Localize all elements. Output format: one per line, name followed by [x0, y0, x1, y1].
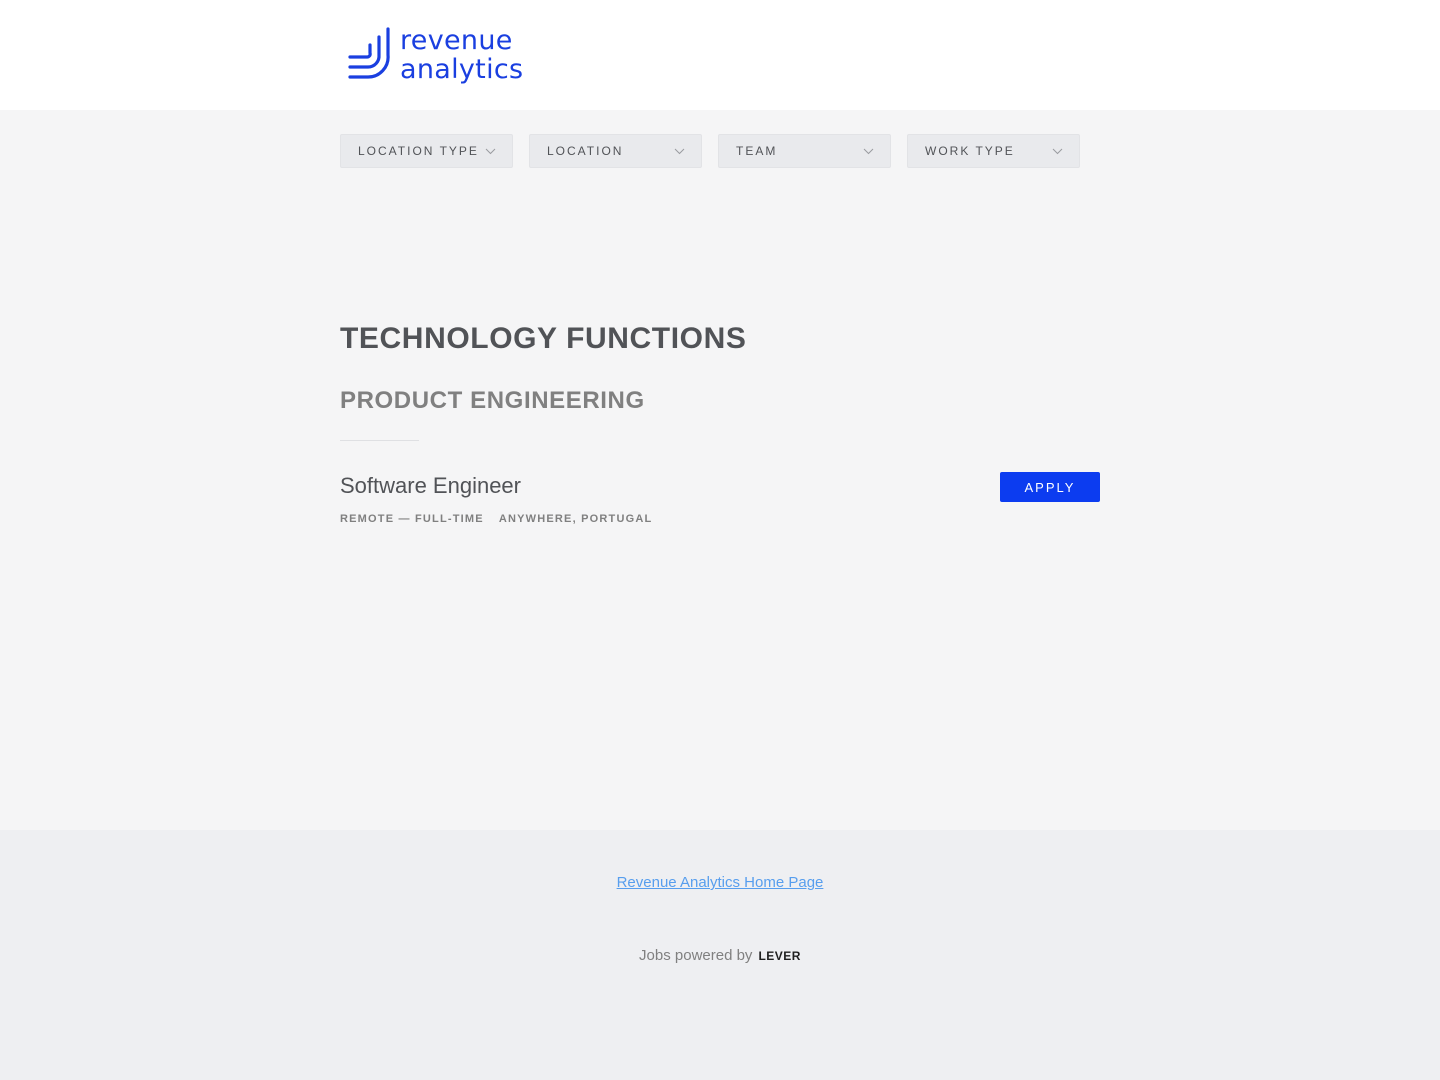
footer-link-wrapper: Revenue Analytics Home Page — [0, 874, 1440, 891]
filter-work-type[interactable]: WORK TYPE — [907, 134, 1080, 168]
logo-wordmark: revenue analytics — [400, 26, 523, 84]
chevron-down-icon — [1052, 148, 1063, 154]
filter-label: LOCATION TYPE — [358, 144, 479, 158]
posting-commitment: REMOTE — FULL-TIME — [340, 513, 484, 525]
posting-categories: REMOTE — FULL-TIME ANYWHERE, PORTUGAL — [340, 513, 652, 525]
site-header: revenue analytics — [0, 0, 1440, 110]
chevron-down-icon — [674, 148, 685, 154]
filter-location-type[interactable]: LOCATION TYPE — [340, 134, 513, 168]
site-footer: Revenue Analytics Home Page Jobs powered… — [0, 830, 1440, 1080]
team-title: PRODUCT ENGINEERING — [340, 387, 645, 414]
lever-logo-link[interactable]: LEVER — [758, 949, 801, 963]
filter-bar: LOCATION TYPE LOCATION TEAM WORK TYPE — [340, 134, 1080, 168]
home-page-link[interactable]: Revenue Analytics Home Page — [617, 874, 824, 891]
main-content: LOCATION TYPE LOCATION TEAM WORK TYPE TE… — [0, 110, 1440, 830]
filter-label: TEAM — [736, 144, 778, 158]
filter-label: LOCATION — [547, 144, 624, 158]
posting-location: ANYWHERE, PORTUGAL — [498, 513, 653, 525]
filter-team[interactable]: TEAM — [718, 134, 891, 168]
chevron-down-icon — [863, 148, 874, 154]
powered-by-text: Jobs powered by — [639, 947, 753, 964]
filter-location[interactable]: LOCATION — [529, 134, 702, 168]
logo-line-1: revenue — [400, 25, 513, 56]
posting-title-link[interactable]: Software Engineer — [340, 472, 521, 500]
section-divider — [340, 440, 419, 441]
department-title: TECHNOLOGY FUNCTIONS — [340, 322, 747, 355]
logo-line-2: analytics — [400, 54, 524, 85]
filter-label: WORK TYPE — [925, 144, 1015, 158]
revenue-analytics-logo-icon — [348, 27, 390, 79]
apply-button[interactable]: APPLY — [1000, 472, 1100, 502]
powered-by: Jobs powered by LEVER — [0, 947, 1440, 964]
company-logo[interactable]: revenue analytics — [346, 25, 523, 85]
chevron-down-icon — [485, 148, 496, 154]
